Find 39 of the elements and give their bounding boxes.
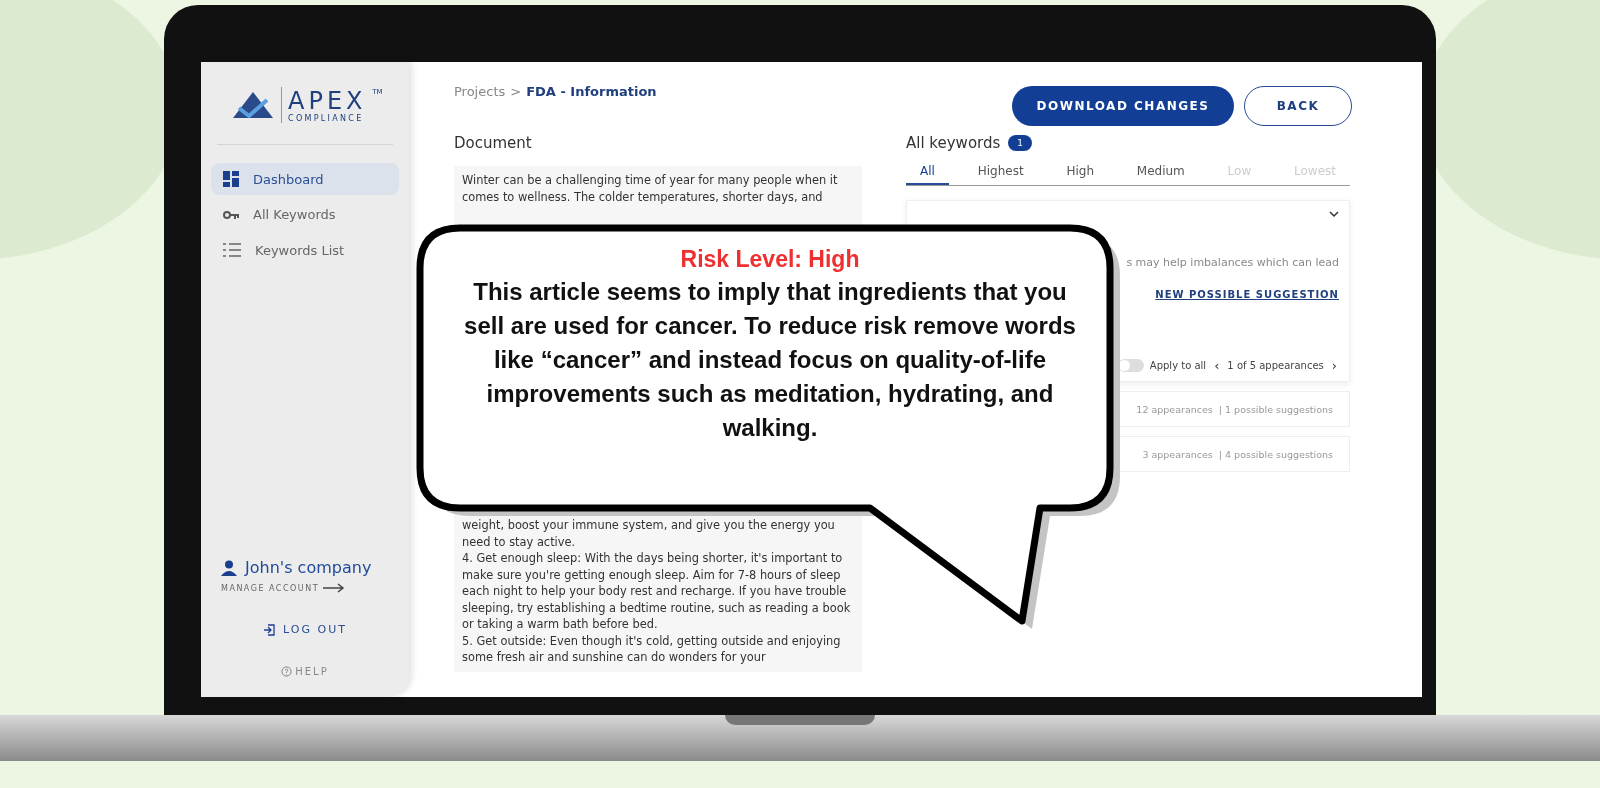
logo-subtitle: COMPLIANCE [288, 113, 365, 123]
filter-tab[interactable]: All [906, 162, 949, 185]
list-icon [223, 242, 241, 258]
filter-tab[interactable]: Medium [1122, 162, 1199, 185]
person-icon [221, 559, 237, 576]
account-name: John's company [245, 558, 372, 577]
sidebar-item[interactable]: Keywords List [211, 234, 399, 266]
keyword-context-text: s may help imbalances which can lead [1125, 256, 1339, 269]
breadcrumb-separator: > [510, 84, 522, 99]
next-button[interactable]: › [1329, 358, 1339, 373]
document-text: 5. Get outside: Even though it's cold, getting outside and enjoying some fresh air and sunshine can do wonders for your [462, 632, 842, 666]
pager-text: 1 of 5 appearances [1227, 360, 1324, 371]
logo-name: APEX [288, 87, 367, 114]
document-text: weight, boost your immune system, and give you the energy you need to stay active. [462, 517, 836, 550]
suggestion-link[interactable]: NEW POSSIBLE SUGGESTION [1155, 289, 1339, 300]
download-button[interactable]: DOWNLOAD CHANGES [1012, 86, 1234, 126]
filter-tab[interactable]: High [1052, 162, 1108, 185]
mountain-logo-icon [231, 90, 275, 120]
document-heading: Document [454, 134, 533, 152]
logout-icon [263, 623, 276, 636]
keywords-heading: All keywords [906, 134, 1001, 152]
risk-level-heading: Risk Level: High [679, 246, 861, 273]
filter-tab[interactable]: Highest [963, 162, 1038, 185]
manage-account-link[interactable]: MANAGE ACCOUNT [211, 583, 345, 593]
breadcrumb-link[interactable]: Projects [454, 84, 506, 99]
help-icon [281, 666, 293, 677]
count-badge: 1 [1008, 135, 1033, 151]
logout-link[interactable]: LOG OUT [263, 623, 347, 636]
breadcrumb-current: FDA - Information [526, 84, 657, 99]
dashboard-icon [223, 171, 239, 187]
document-text: 4. Get enough sleep: With the days being shorter, it's important to make sure you're getting enough sleep. Aim for 7-8 hours of sleep each night to help your body rest and recharge. If you have trouble sleeping, try establishing a bedtime routine, such as reading a book or taking a warm bath before bed. [462, 550, 852, 633]
previous-button[interactable]: ‹ [1212, 358, 1222, 373]
document-text: Winter can be a challenging time of year for many people when it comes to wellness. The colder temperatures, shorter days, and [462, 172, 839, 205]
sidebar-item[interactable]: Dashboard [211, 163, 399, 195]
key-icon [223, 209, 239, 220]
sidebar-item[interactable]: All Keywords [211, 199, 399, 230]
apply-all-label: Apply to all [1149, 360, 1207, 371]
arrow-icon [323, 583, 345, 593]
chevron-icon[interactable] [1329, 211, 1339, 218]
